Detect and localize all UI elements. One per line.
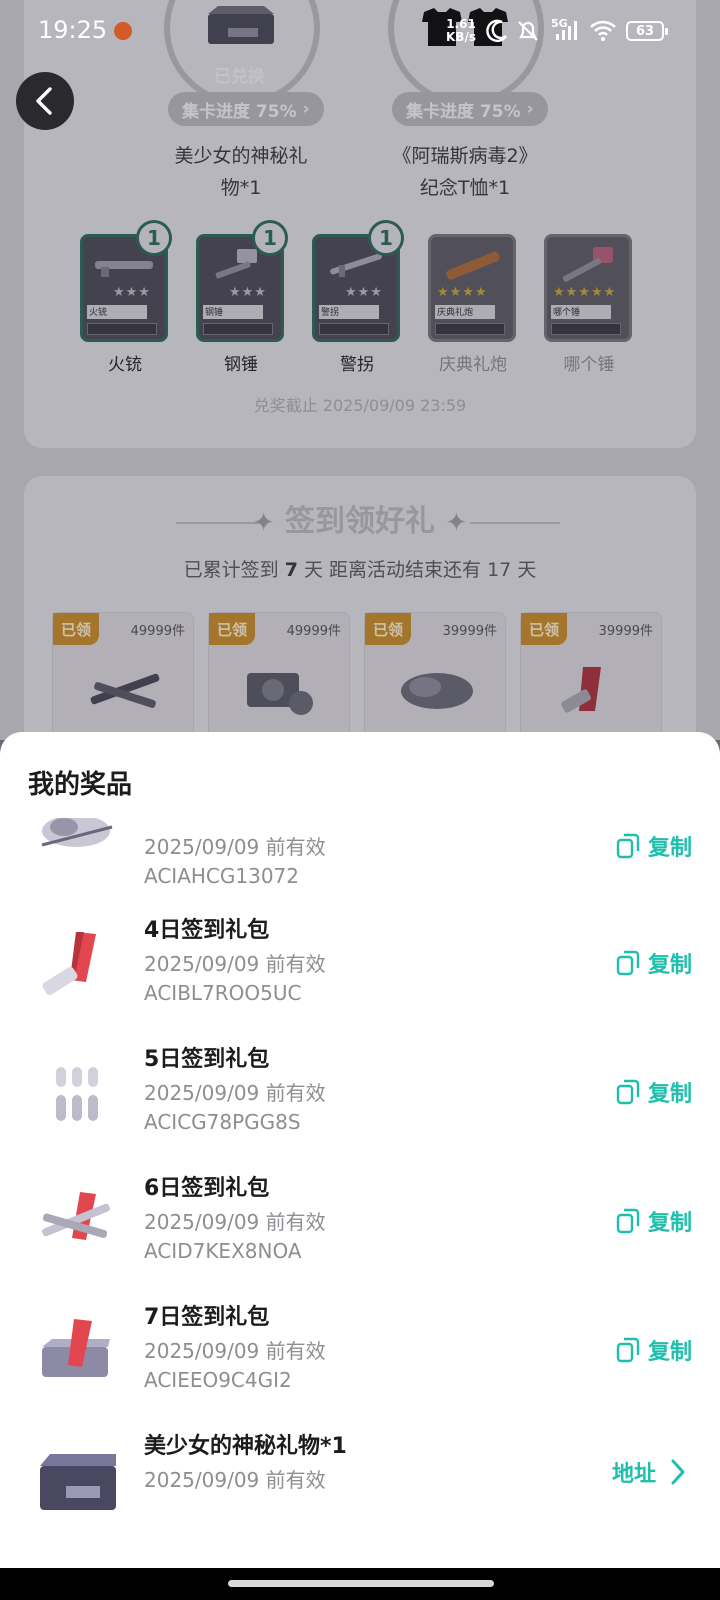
prize-name: 5日签到礼包: [144, 1047, 270, 1072]
prize-code: ACICG78PGG8S: [144, 1110, 301, 1134]
prize-item: 2025/09/09 前有效 ACIAHCG13072 复制: [0, 818, 720, 921]
copy-icon: [616, 1079, 640, 1105]
prize-valid-date: 2025/09/09 前有效: [144, 1468, 326, 1492]
prize-code: ACID7KEX8NOA: [144, 1239, 302, 1263]
dim-overlay[interactable]: [0, 0, 720, 740]
bullets-icon: [56, 1067, 98, 1121]
battery-icon: 63: [626, 21, 668, 41]
copy-label: 复制: [647, 1340, 692, 1365]
supply-crate-icon: [42, 1319, 110, 1377]
copy-icon: [616, 950, 640, 976]
prize-item: 5日签到礼包 2025/09/09 前有效 ACICG78PGG8S 复制: [0, 1037, 720, 1167]
prize-code: ACIAHCG13072: [144, 864, 299, 888]
chevron-left-icon: [36, 87, 52, 115]
signal-icon: [556, 21, 577, 40]
home-indicator[interactable]: [228, 1580, 494, 1587]
bell-off-icon: [518, 21, 538, 41]
prize-name: 美少女的神秘礼物*1: [144, 1434, 347, 1459]
sheet-title: 我的奖品: [28, 770, 133, 800]
prize-item: 美少女的神秘礼物*1 2025/09/09 前有效 地址: [0, 1424, 720, 1554]
weapons-bundle-icon: [42, 1192, 110, 1240]
prize-valid-date: 2025/09/09 前有效: [144, 1210, 326, 1234]
prize-code: ACIBL7ROO5UC: [144, 981, 302, 1005]
mystery-box-icon: [40, 1454, 116, 1510]
prize-name: 7日签到礼包: [144, 1305, 270, 1330]
prize-list[interactable]: 2025/09/09 前有效 ACIAHCG13072 复制 4日签到礼包 20…: [0, 818, 720, 1568]
system-navigation-bar: [0, 1568, 720, 1600]
app-notification-icon: [114, 22, 132, 40]
wifi-icon: [590, 20, 616, 41]
prize-name: 4日签到礼包: [144, 918, 270, 943]
prize-item: 4日签到礼包 2025/09/09 前有效 ACIBL7ROO5UC 复制: [0, 908, 720, 1038]
status-time: 19:25: [38, 16, 108, 44]
copy-button[interactable]: 复制: [616, 1335, 692, 1365]
sleeping-bag-icon: [41, 818, 113, 847]
status-bar: 19:25 1.61 KB/s 5G 63: [0, 0, 720, 62]
my-prizes-sheet: 我的奖品 2025/09/09 前有效 ACIAHCG13072 复制 4日签到…: [0, 732, 720, 1568]
prize-item: 7日签到礼包 2025/09/09 前有效 ACIEEO9C4GI2 复制: [0, 1295, 720, 1425]
prize-valid-date: 2025/09/09 前有效: [144, 1081, 326, 1105]
speed-unit: KB/s: [446, 30, 476, 44]
back-button[interactable]: [16, 72, 74, 130]
network-speed: 1.61 KB/s: [446, 18, 476, 44]
copy-icon: [616, 1208, 640, 1234]
copy-label: 复制: [647, 953, 692, 978]
chevron-right-icon: [671, 1459, 685, 1485]
prize-code: ACIEEO9C4GI2: [144, 1368, 292, 1392]
prize-valid-date: 2025/09/09 前有效: [144, 952, 326, 976]
copy-label: 复制: [647, 1211, 692, 1236]
copy-button[interactable]: 复制: [616, 831, 692, 861]
prize-item: 6日签到礼包 2025/09/09 前有效 ACID7KEX8NOA 复制: [0, 1166, 720, 1296]
copy-button[interactable]: 复制: [616, 1206, 692, 1236]
address-label: 地址: [611, 1462, 656, 1487]
copy-button[interactable]: 复制: [616, 1077, 692, 1107]
prize-valid-date: 2025/09/09 前有效: [144, 1339, 326, 1363]
copy-button[interactable]: 复制: [616, 948, 692, 978]
copy-label: 复制: [647, 836, 692, 861]
prize-valid-date: 2025/09/09 前有效: [144, 835, 326, 859]
address-button[interactable]: 地址: [612, 1456, 686, 1488]
moon-icon: [486, 19, 508, 43]
copy-icon: [616, 833, 640, 859]
prize-name: 6日签到礼包: [144, 1176, 270, 1201]
copy-label: 复制: [647, 1082, 692, 1107]
flare-gun-icon: [42, 932, 96, 995]
copy-icon: [616, 1337, 640, 1363]
